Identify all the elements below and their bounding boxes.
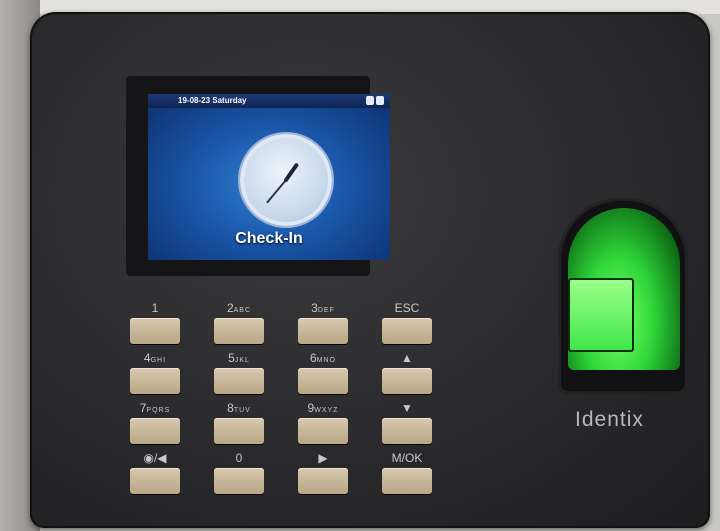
key-label: 0 [235, 451, 243, 465]
analog-clock-icon [240, 134, 332, 226]
lock-icon [376, 96, 384, 105]
keypad-key[interactable] [130, 418, 180, 444]
keypad-key[interactable] [130, 468, 180, 494]
key-label: 8TUV [227, 401, 251, 415]
brand-logo: Identix [575, 408, 644, 431]
key-label: 1 [151, 301, 159, 315]
clock-minute-hand [265, 177, 289, 204]
battery-icon [366, 96, 374, 105]
key-label: 7PQRS [139, 401, 171, 415]
keypad-key[interactable] [214, 318, 264, 344]
key-label: 4GHI [143, 351, 167, 365]
keypad-key[interactable] [130, 318, 180, 344]
status-icons [364, 96, 384, 106]
key-label: ▶ [318, 451, 328, 465]
key-label: ▼ [401, 401, 413, 415]
keypad-key[interactable] [382, 318, 432, 344]
key-label: M/OK [391, 451, 423, 465]
keypad-key[interactable] [382, 418, 432, 444]
lcd-screen: 19-08-23 Saturday Check-In [148, 94, 390, 260]
status-date: 19-08-23 Saturday [178, 96, 247, 105]
keypad-key[interactable] [214, 368, 264, 394]
keypad-key[interactable] [298, 368, 348, 394]
key-label: 6MNO [309, 351, 337, 365]
keypad-key[interactable] [130, 368, 180, 394]
key-label: 3DEF [311, 301, 335, 315]
keypad-key[interactable] [298, 468, 348, 494]
key-label: 5JKL [228, 351, 250, 365]
check-in-label: Check-In [235, 230, 303, 247]
fingerprint-scan-window[interactable] [568, 278, 634, 352]
keypad-key[interactable] [382, 468, 432, 494]
status-bar: 19-08-23 Saturday [148, 94, 390, 108]
key-label: 2ABC [226, 301, 252, 315]
key-label: ▲ [401, 351, 413, 365]
keypad-key[interactable] [298, 418, 348, 444]
key-label: 9WXYZ [307, 401, 339, 415]
keypad-key[interactable] [382, 368, 432, 394]
keypad-key[interactable] [298, 318, 348, 344]
keypad-key[interactable] [214, 468, 264, 494]
keypad-key[interactable] [214, 418, 264, 444]
key-label: ◉/◀ [143, 451, 167, 465]
key-label: ESC [394, 301, 420, 315]
attendance-terminal: 19-08-23 Saturday Check-In 1 2ABC 3DEF ESC 4… [30, 12, 710, 528]
